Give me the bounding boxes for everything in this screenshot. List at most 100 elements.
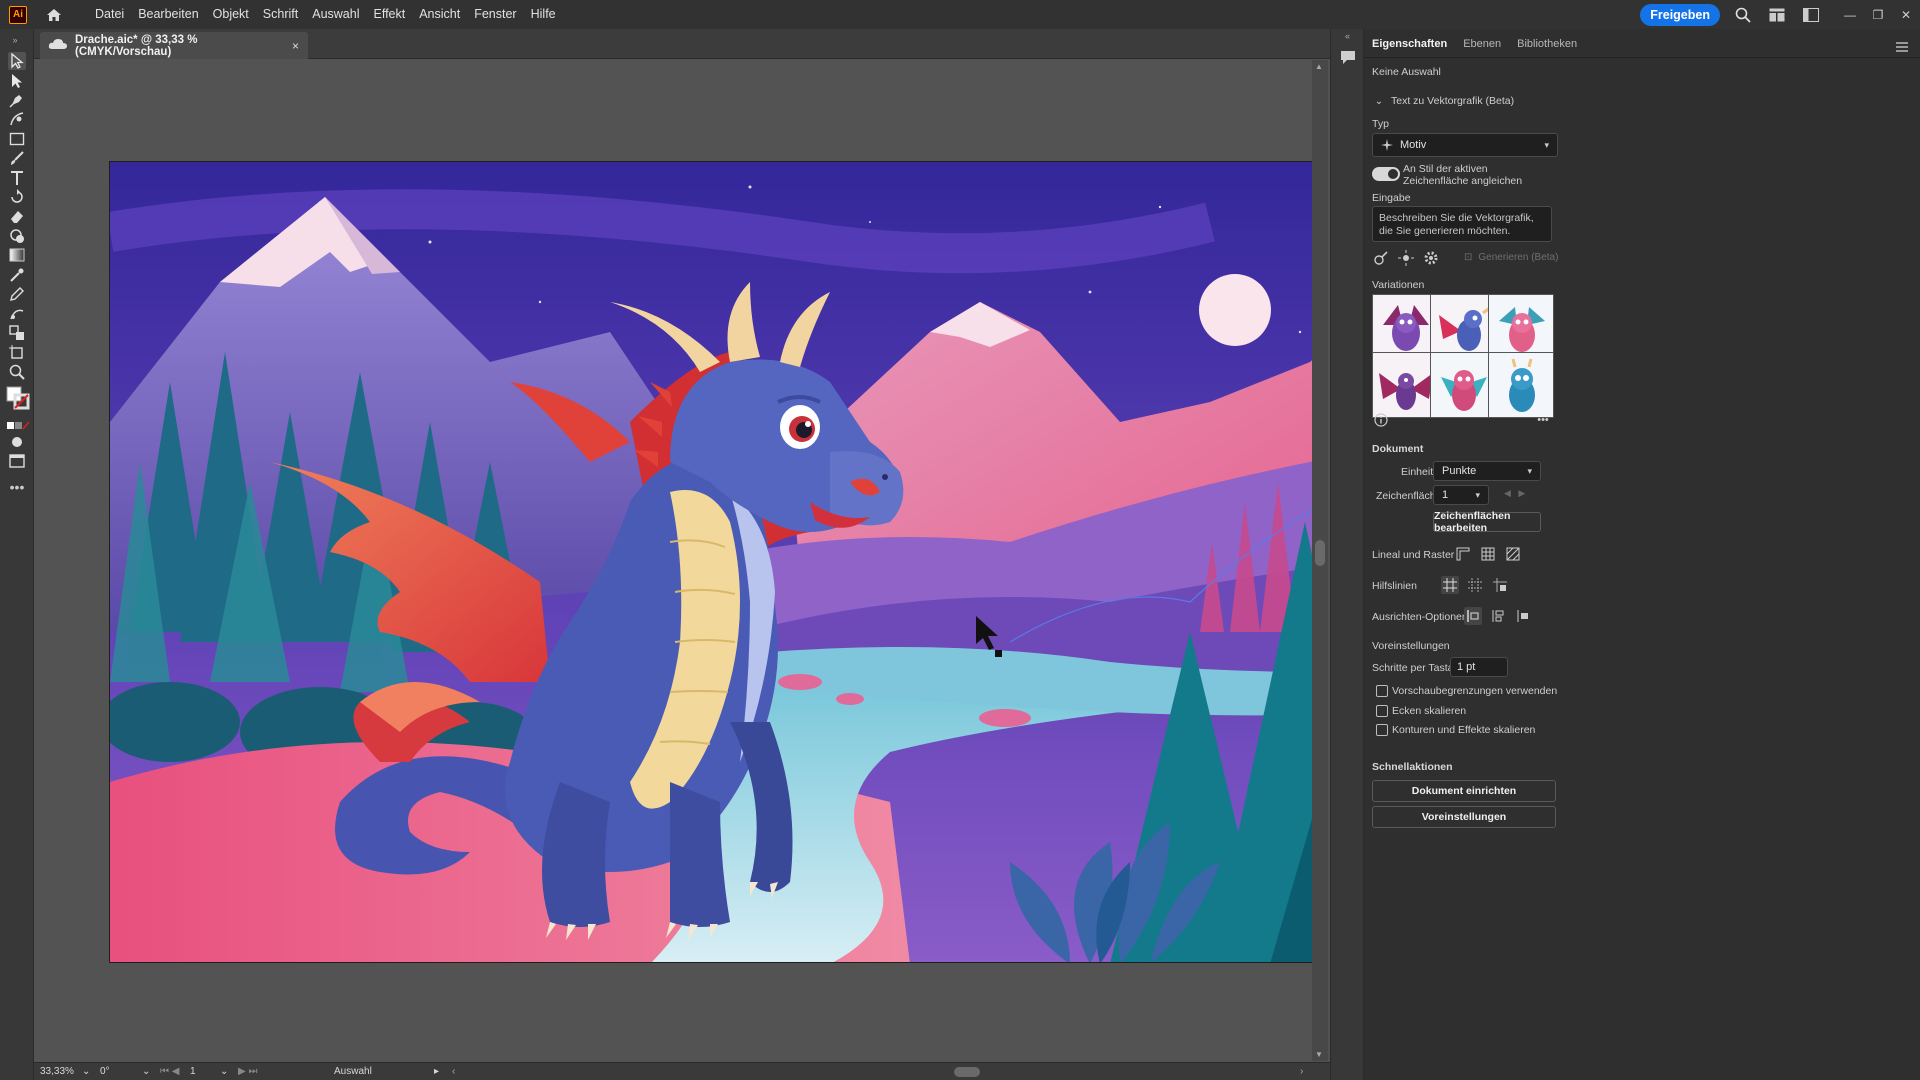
- selection-tool-icon[interactable]: [8, 52, 26, 70]
- artboard-select[interactable]: 1 ▾: [1433, 485, 1489, 505]
- menu-datei[interactable]: Datei: [88, 0, 131, 29]
- h-scroll-right-icon[interactable]: ›: [1300, 1065, 1303, 1079]
- scale-corners-checkbox[interactable]: [1376, 705, 1388, 717]
- close-window-icon[interactable]: ✕: [1892, 4, 1920, 26]
- unit-select[interactable]: Punkte ▾: [1433, 461, 1541, 481]
- rotation-dropdown-icon[interactable]: ⌄: [142, 1065, 150, 1079]
- direct-selection-tool-icon[interactable]: [8, 72, 26, 90]
- arrange-documents-icon[interactable]: [1768, 6, 1786, 24]
- menu-auswahl[interactable]: Auswahl: [305, 0, 366, 29]
- eyedropper-tool-icon[interactable]: [8, 266, 26, 284]
- h-scroll-left-icon[interactable]: ‹: [452, 1065, 455, 1079]
- comments-icon[interactable]: [1340, 49, 1356, 70]
- menu-bearbeiten[interactable]: Bearbeiten: [131, 0, 205, 29]
- close-document-icon[interactable]: ×: [292, 39, 299, 53]
- gradient-tool-icon[interactable]: [8, 246, 26, 264]
- show-guides-icon[interactable]: [1441, 576, 1459, 594]
- rotation-value[interactable]: 0°: [100, 1065, 110, 1079]
- info-icon[interactable]: [1372, 411, 1390, 429]
- h-scrollbar-thumb[interactable]: [954, 1067, 980, 1077]
- effects-icon[interactable]: [1397, 249, 1415, 267]
- status-menu-icon[interactable]: ▸: [434, 1065, 439, 1079]
- menu-schrift[interactable]: Schrift: [256, 0, 305, 29]
- scale-strokes-label[interactable]: Konturen und Effekte skalieren: [1392, 724, 1535, 736]
- chevron-down-icon[interactable]: ⌄: [1370, 92, 1388, 110]
- first-artboard-icon[interactable]: ⏮ ◀: [160, 1065, 179, 1079]
- type-tool-icon[interactable]: [8, 169, 26, 187]
- more-options-icon[interactable]: •••: [1534, 411, 1552, 429]
- artboard-nav-icon[interactable]: ◀ ▶: [1504, 488, 1525, 499]
- text-to-vector-heading[interactable]: Text zu Vektorgrafik (Beta): [1391, 95, 1514, 107]
- canvas-workspace[interactable]: [34, 60, 1317, 1061]
- scroll-up-icon[interactable]: ▲: [1315, 62, 1323, 71]
- rectangle-tool-icon[interactable]: [8, 130, 26, 148]
- edit-artboards-button[interactable]: Zeichenflächen bearbeiten: [1433, 510, 1541, 534]
- variation-thumbnail[interactable]: [1372, 294, 1438, 360]
- document-setup-button[interactable]: Dokument einrichten: [1372, 780, 1556, 802]
- collapse-panels-icon[interactable]: «: [1345, 31, 1350, 41]
- menu-fenster[interactable]: Fenster: [467, 0, 523, 29]
- align-to-pixel-icon[interactable]: [1464, 607, 1482, 625]
- fill-stroke-swatches-icon[interactable]: [6, 386, 30, 410]
- curvature-tool-icon[interactable]: [8, 110, 26, 128]
- grid-icon[interactable]: [1479, 545, 1497, 563]
- menu-hilfe[interactable]: Hilfe: [524, 0, 563, 29]
- variation-thumbnail[interactable]: [1430, 352, 1496, 418]
- home-icon[interactable]: [45, 6, 63, 24]
- eraser-tool-icon[interactable]: [8, 207, 26, 225]
- align-art-icon[interactable]: [1514, 607, 1532, 625]
- zoom-tool-icon[interactable]: [8, 363, 26, 381]
- preferences-button[interactable]: Voreinstellungen: [1372, 806, 1556, 828]
- variation-thumbnail[interactable]: [1430, 294, 1496, 360]
- zoom-dropdown-icon[interactable]: ⌄: [82, 1065, 90, 1079]
- restore-icon[interactable]: ❐: [1864, 4, 1892, 26]
- pencil-tool-icon[interactable]: [8, 285, 26, 303]
- settings-gear-icon[interactable]: [1422, 249, 1440, 267]
- search-icon[interactable]: [1734, 6, 1752, 24]
- paintbrush-tool-icon[interactable]: [8, 149, 26, 167]
- panel-menu-icon[interactable]: [1896, 39, 1908, 57]
- menu-ansicht[interactable]: Ansicht: [412, 0, 467, 29]
- generate-button[interactable]: ⊡ Generieren (Beta): [1464, 252, 1558, 263]
- puppet-warp-tool-icon[interactable]: [8, 305, 26, 323]
- artboard-number[interactable]: 1: [190, 1065, 196, 1079]
- smart-guides-icon[interactable]: [1466, 576, 1484, 594]
- artboard-dropdown-icon[interactable]: ⌄: [220, 1065, 228, 1079]
- artboard-dragon-illustration[interactable]: [109, 161, 1317, 963]
- menu-objekt[interactable]: Objekt: [206, 0, 256, 29]
- style-picker-icon[interactable]: [1372, 249, 1390, 267]
- vertical-scrollbar[interactable]: ▲ ▼: [1312, 60, 1328, 1061]
- share-button[interactable]: Freigeben: [1640, 3, 1720, 26]
- variation-thumbnail[interactable]: [1372, 352, 1438, 418]
- tab-ebenen[interactable]: Ebenen: [1455, 38, 1509, 57]
- blend-tool-icon[interactable]: [8, 324, 26, 342]
- preview-bounds-checkbox[interactable]: [1376, 685, 1388, 697]
- artboard-tool-icon[interactable]: [8, 344, 26, 362]
- rotate-tool-icon[interactable]: [8, 188, 26, 206]
- minimize-icon[interactable]: —: [1836, 4, 1864, 26]
- preview-bounds-label[interactable]: Vorschaubegrenzungen verwenden: [1392, 685, 1557, 697]
- scale-corners-label[interactable]: Ecken skalieren: [1392, 705, 1466, 717]
- scroll-down-icon[interactable]: ▼: [1315, 1050, 1323, 1059]
- next-artboard-icon[interactable]: ▶ ⏭: [238, 1065, 257, 1079]
- variation-thumbnail[interactable]: [1488, 294, 1554, 360]
- keyboard-increment-input[interactable]: 1 pt: [1450, 657, 1508, 677]
- screen-mode-icon[interactable]: [8, 452, 26, 470]
- transparency-grid-icon[interactable]: [1504, 545, 1522, 563]
- scrollbar-thumb[interactable]: [1315, 540, 1325, 566]
- align-glyph-icon[interactable]: [1489, 607, 1507, 625]
- collapse-tools-icon[interactable]: »: [6, 31, 24, 49]
- match-style-toggle[interactable]: [1372, 167, 1400, 181]
- tab-bibliotheken[interactable]: Bibliotheken: [1509, 38, 1585, 57]
- edit-toolbar-icon[interactable]: •••: [8, 478, 26, 496]
- tab-eigenschaften[interactable]: Eigenschaften: [1364, 38, 1455, 57]
- type-select[interactable]: Motiv ▾: [1372, 133, 1558, 157]
- workspace-switcher-icon[interactable]: [1802, 6, 1820, 24]
- document-tab[interactable]: Drache.aic* @ 33,33 % (CMYK/Vorschau) ×: [40, 32, 308, 59]
- shape-builder-tool-icon[interactable]: [8, 227, 26, 245]
- zoom-level[interactable]: 33,33%: [40, 1065, 74, 1079]
- rulers-icon[interactable]: [1454, 545, 1472, 563]
- scale-strokes-checkbox[interactable]: [1376, 724, 1388, 736]
- variation-thumbnail[interactable]: [1488, 352, 1554, 418]
- menu-effekt[interactable]: Effekt: [366, 0, 412, 29]
